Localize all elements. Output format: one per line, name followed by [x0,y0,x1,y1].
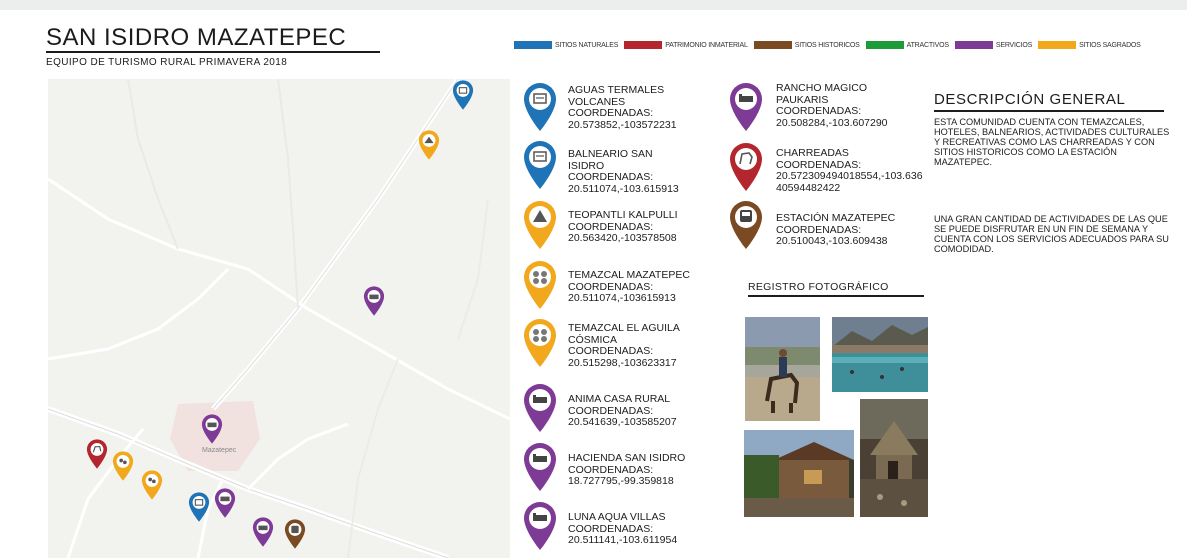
legend-item-patrimonio: PATRIMONIO INMATERIAL [624,41,748,49]
poi-coords: 20.510043,-103.609438 [776,235,888,247]
map-marker-bed-icon[interactable] [363,285,385,317]
poi-coords: 20.541639,-103585207 [568,416,677,428]
legend-item-natural: SITIOS NATURALES [514,41,618,49]
description-paragraph-1: ESTA COMUNIDAD CUENTA CON TEMAZCALES, HO… [934,117,1170,167]
photo-rural-house[interactable] [744,430,854,517]
poi-name: BALNEARIO SAN ISIDRO [568,148,653,172]
bed-icon [524,443,556,491]
map-marker-temazcal-icon[interactable] [112,450,134,482]
bed-icon [730,83,762,131]
map-marker-pool-icon[interactable] [452,79,474,111]
poi-item-estacion-mazatepec[interactable]: ESTACIÓN MAZATEPEC COORDENADAS: 20.51004… [728,200,936,250]
poi-coords-label: COORDENADAS: [568,345,654,357]
gallery-underline [748,295,924,297]
map-town-label: Mazatepec [202,447,237,454]
poi-item-balneario[interactable]: BALNEARIO SAN ISIDRO COORDENADAS: 20.511… [522,140,716,195]
map-marker-train-icon[interactable] [284,518,306,550]
legend-label: SERVICIOS [995,41,1033,49]
poi-item-charreadas[interactable]: CHARREADAS COORDENADAS: 20.5723094940185… [728,142,926,194]
map-marker-temple-icon[interactable] [418,129,440,161]
legend-item-historicos: SITIOS HISTORICOS [753,41,860,49]
poi-name: RANCHO MAGICO PAUKARIS [776,82,868,106]
page-title: SAN ISIDRO MAZATEPEC [46,24,347,51]
poi-name: LUNA AQUA VILLAS [568,511,666,523]
legend-swatch [624,41,663,49]
poi-name: TEMAZCAL EL AGUILA CÓSMICA [568,322,680,346]
legend-swatch [753,41,792,49]
temazcal-icon [524,261,556,309]
map-marker-temazcal-icon[interactable] [141,469,163,501]
poi-coords-label: COORDENADAS: [568,107,654,119]
poi-name: ESTACIÓN MAZATEPEC [776,212,896,224]
poi-name: TEOPANTLI KALPULLI [568,209,678,221]
legend-label: PATRIMONIO INMATERIAL [665,41,748,49]
legend-label: ATRACTIVOS [906,41,949,49]
pool-icon [524,141,556,189]
poi-coords-label: COORDENADAS: [568,171,654,183]
description-paragraph-2: UNA GRAN CANTIDAD DE ACTIVIDADES DE LAS … [934,214,1169,254]
legend-swatch [514,41,552,49]
map-marker-horse-icon[interactable] [86,438,108,470]
poi-coords: 20.515298,-103623317 [568,356,677,369]
poi-name: HACIENDA SAN ISIDRO [568,452,686,464]
poi-name: AGUAS TERMALES VOLCANES [568,84,665,108]
photo-image [832,317,928,392]
legend: SITIOS NATURALES PATRIMONIO INMATERIAL S… [514,38,1147,52]
poi-coords: 20.573852,-103572231 [568,118,677,131]
poi-item-luna-aqua-villas[interactable]: LUNA AQUA VILLAS COORDENADAS: 20.511141,… [522,501,716,551]
bed-icon [524,502,556,550]
poi-name: TEMAZCAL MAZATEPEC [568,269,690,281]
map-view[interactable]: Mazatepec [48,79,510,558]
legend-label: SITIOS SAGRADOS [1079,41,1141,49]
legend-item-sagrados: SITIOS SAGRADOS [1038,41,1141,49]
legend-label: SITIOS NATURALES [555,41,619,49]
top-bar [0,0,1187,10]
description-underline [934,110,1164,112]
poi-item-temazcal-aguila[interactable]: TEMAZCAL EL AGUILA CÓSMICA COORDENADAS: … [522,318,716,369]
poi-coords-label: COORDENADAS: [776,105,862,117]
photo-temazcal-hut[interactable] [860,399,928,517]
poi-coords: 20.511141,-103.611954 [568,534,678,546]
poi-item-rancho-magico[interactable]: RANCHO MAGICO PAUKARIS COORDENADAS: 20.5… [728,82,926,132]
legend-item-atractivos: ATRACTIVOS [865,41,949,49]
title-underline [46,51,380,53]
photo-image [860,399,928,517]
legend-swatch [1038,41,1077,49]
legend-swatch [954,41,993,49]
poi-coords: 20.511074,-103.615913 [568,182,679,195]
poi-name: CHARREADAS [776,147,849,159]
legend-item-servicios: SERVICIOS [954,41,1033,49]
photo-horse-rider[interactable] [745,317,820,421]
map-marker-pool-icon[interactable] [188,491,210,523]
poi-coords: 20.511074,-103615913 [568,292,676,304]
poi-coords: 20.572309494018554,-103.63640594482422 [776,170,923,194]
horse-icon [730,143,762,191]
temple-icon [524,201,556,249]
page-subtitle: EQUIPO DE TURISMO RURAL PRIMAVERA 2018 [46,57,288,68]
poi-item-anima-casa-rural[interactable]: ANIMA CASA RURAL COORDENADAS: 20.541639,… [522,383,716,433]
poi-item-teopantli[interactable]: TEOPANTLI KALPULLI COORDENADAS: 20.56342… [522,200,718,250]
map-marker-bed-icon[interactable] [252,516,274,548]
photo-image [744,430,854,517]
poi-coords: 18.727795,-99.359818 [568,475,674,487]
poi-coords: 20.563420,-103578508 [568,232,677,244]
poi-item-temazcal-mazatepec[interactable]: TEMAZCAL MAZATEPEC COORDENADAS: 20.51107… [522,260,728,310]
description-title: DESCRIPCIÓN GENERAL [934,91,1126,108]
poi-item-aguas-termales[interactable]: AGUAS TERMALES VOLCANES COORDENADAS: 20.… [522,82,716,132]
map-marker-bed-icon[interactable] [214,487,236,519]
poi-coords: 20.508284,-103.607290 [776,116,888,129]
train-icon [730,201,762,249]
map-marker-bed-icon[interactable] [201,413,223,445]
legend-swatch [865,41,904,49]
gallery-title: REGISTRO FOTOGRÁFICO [748,281,889,293]
poi-item-hacienda-san-isidro[interactable]: HACIENDA SAN ISIDRO COORDENADAS: 18.7277… [522,442,716,492]
legend-label: SITIOS HISTORICOS [794,41,860,49]
poi-name: ANIMA CASA RURAL [568,393,671,405]
map-roads [48,79,510,558]
pool-icon [524,83,556,131]
bed-icon [524,384,556,432]
photo-balneario-pool[interactable] [832,317,928,392]
photo-image [745,317,820,421]
temazcal-icon [524,319,556,367]
